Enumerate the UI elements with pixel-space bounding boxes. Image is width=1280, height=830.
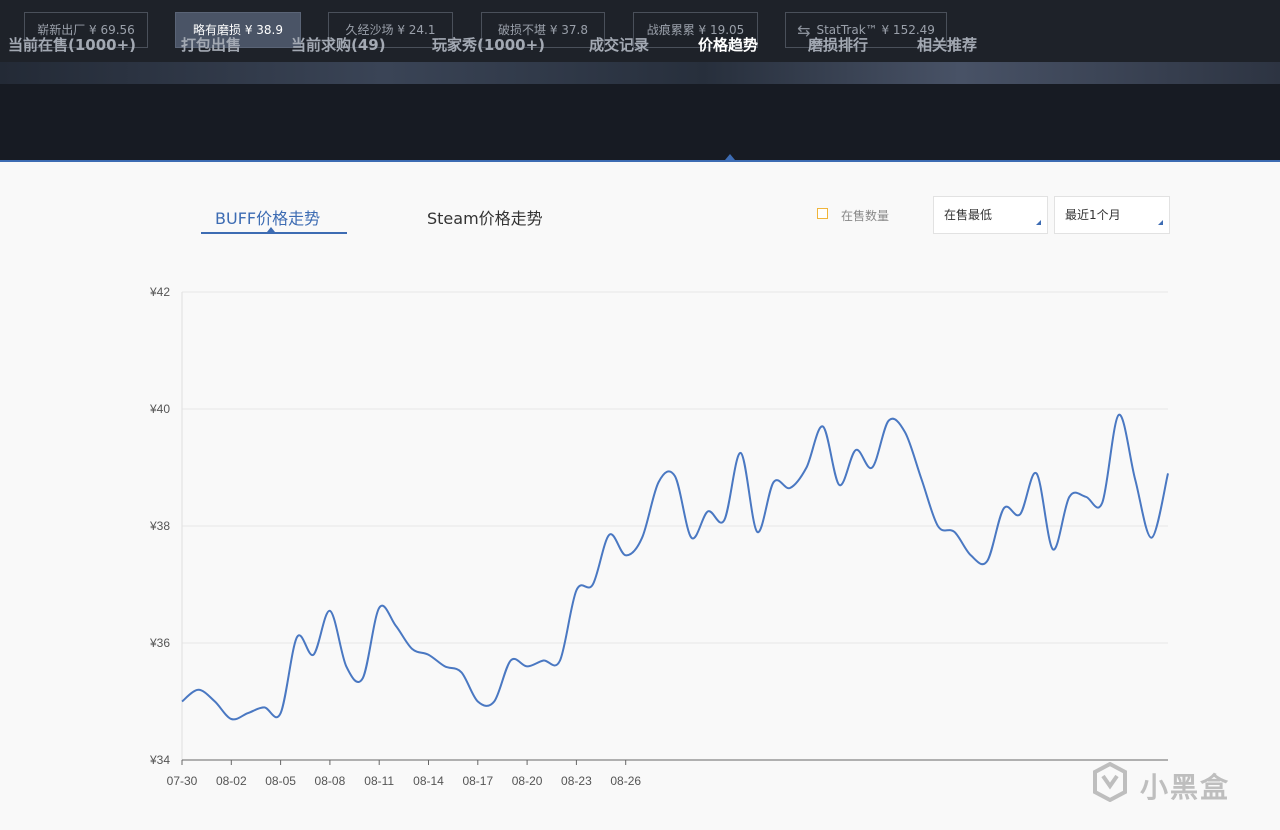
data-point	[213, 700, 217, 704]
data-point	[311, 653, 315, 657]
data-point	[854, 448, 858, 452]
data-point	[788, 486, 792, 490]
data-point	[887, 419, 891, 423]
data-point	[1100, 501, 1104, 505]
data-point	[476, 700, 480, 704]
x-tick-label: 08-20	[512, 774, 543, 788]
data-point	[574, 588, 578, 592]
data-point	[804, 466, 808, 470]
data-point	[427, 653, 431, 657]
data-point	[1150, 536, 1154, 540]
data-point	[969, 553, 973, 557]
data-point	[377, 606, 381, 610]
x-tick-label: 08-17	[462, 774, 493, 788]
data-point	[443, 664, 447, 668]
x-tick-label: 08-14	[413, 774, 444, 788]
data-point	[361, 676, 365, 680]
data-point	[1002, 506, 1006, 510]
data-point	[246, 711, 250, 715]
x-tick-label: 08-11	[364, 774, 394, 788]
y-tick-label: ¥42	[149, 285, 170, 299]
data-point	[279, 711, 283, 715]
x-tick-label: 08-02	[216, 774, 247, 788]
watermark-text: 小黑盒	[1140, 771, 1231, 804]
data-point	[772, 480, 776, 484]
data-point	[591, 583, 595, 587]
data-point	[920, 477, 924, 481]
watermark-logo-icon	[1093, 762, 1127, 802]
data-point	[755, 530, 759, 534]
data-point	[410, 647, 414, 651]
price-trend-chart: ¥34 ¥36 ¥38 ¥40 ¥42 07-30 08-02 08-05 08-08 08-11…	[149, 285, 1170, 788]
data-point	[459, 670, 463, 674]
price-series-line	[181, 413, 1169, 721]
data-point	[657, 480, 661, 484]
data-point	[952, 530, 956, 534]
data-point	[640, 536, 644, 540]
data-point	[1117, 413, 1121, 417]
data-point	[870, 466, 874, 470]
data-point	[1051, 547, 1055, 551]
data-point	[821, 425, 825, 429]
data-point	[1018, 512, 1022, 516]
data-point	[837, 483, 841, 487]
data-point	[180, 700, 184, 704]
data-point	[607, 533, 611, 537]
data-point	[295, 635, 299, 639]
data-point	[229, 717, 233, 721]
data-point	[394, 623, 398, 627]
y-tick-label: ¥36	[149, 636, 170, 650]
data-point	[722, 518, 726, 522]
x-tick-label: 08-05	[265, 774, 296, 788]
data-point	[492, 700, 496, 704]
data-point	[689, 536, 693, 540]
data-point	[328, 609, 332, 613]
data-point	[525, 664, 529, 668]
data-point	[509, 659, 513, 663]
data-point	[1166, 471, 1170, 475]
y-tick-label: ¥38	[149, 519, 170, 533]
data-point	[262, 705, 266, 709]
x-tick-label: 07-30	[167, 774, 198, 788]
y-tick-label: ¥40	[149, 402, 170, 416]
data-point	[706, 509, 710, 513]
data-point	[558, 659, 562, 663]
data-point	[985, 559, 989, 563]
data-point	[673, 474, 677, 478]
x-tick-label: 08-08	[315, 774, 346, 788]
data-point	[936, 524, 940, 528]
data-point	[1133, 477, 1137, 481]
data-point	[739, 451, 743, 455]
data-point	[344, 664, 348, 668]
data-point	[1035, 471, 1039, 475]
data-point	[624, 553, 628, 557]
data-point	[1084, 495, 1088, 499]
data-point	[903, 430, 907, 434]
x-tick-label: 08-26	[610, 774, 641, 788]
x-tick-label: 08-23	[561, 774, 592, 788]
data-point	[196, 688, 200, 692]
y-tick-label: ¥34	[149, 753, 170, 767]
data-point	[1067, 495, 1071, 499]
data-point	[542, 659, 546, 663]
